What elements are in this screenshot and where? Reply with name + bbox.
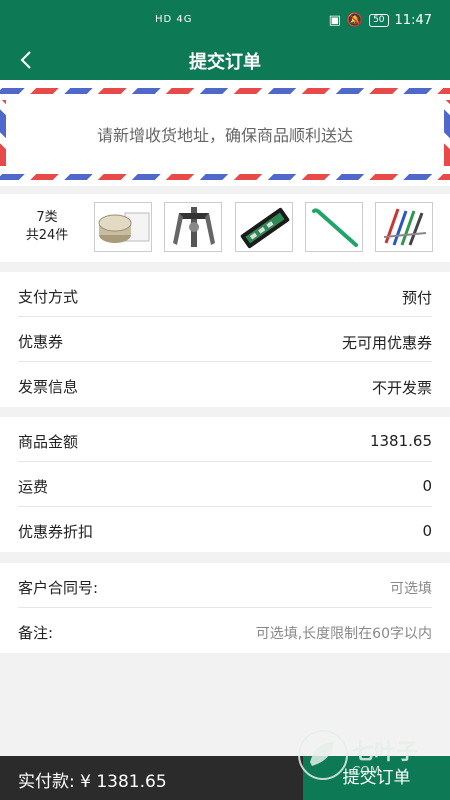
row-value: 无可用优惠券	[341, 334, 432, 352]
product-thumbnail[interactable]	[305, 202, 363, 252]
row-label: 客户合同号:	[18, 579, 99, 597]
add-address-hint[interactable]: 请新增收货地址，确保商品顺利送达	[0, 122, 450, 146]
checkout-bar: 实付款: ¥ 1381.65 提交订单	[0, 756, 450, 800]
status-icons: ▣ 🔕 50 11:47	[329, 13, 432, 28]
goods-summary[interactable]: 7类 共24件	[0, 194, 450, 262]
contract-number-input[interactable]: 可选填	[390, 578, 432, 598]
coupon-row[interactable]: 优惠券 无可用优惠券	[18, 317, 432, 362]
row-value: 0	[422, 477, 432, 495]
row-value: 不开发票	[371, 379, 432, 397]
nfc-icon: ▣	[328, 13, 341, 28]
row-label: 优惠券折扣	[18, 523, 94, 541]
amount-section: 商品金额 1381.65 运费 0 优惠券折扣 0	[0, 417, 450, 552]
row-label: 发票信息	[18, 378, 79, 396]
page-title: 提交订单	[189, 52, 261, 73]
row-label: 商品金额	[18, 433, 79, 451]
shipping-fee-row: 运费 0	[18, 462, 432, 507]
product-thumbnail[interactable]	[375, 202, 433, 252]
note-row[interactable]: 备注: 可选填,长度限制在60字以内	[18, 608, 432, 653]
gear-puller-image	[173, 207, 215, 247]
battery-icon: 50	[369, 14, 389, 27]
screwdriver-set-image	[383, 208, 427, 246]
product-thumbnail[interactable]	[235, 202, 293, 252]
pry-bar-image	[312, 208, 358, 247]
address-card[interactable]: 请新增收货地址，确保商品顺利送达	[0, 80, 450, 186]
row-label: 支付方式	[18, 288, 79, 306]
submit-order-button[interactable]: 提交订单	[303, 756, 450, 800]
contract-number-row[interactable]: 客户合同号: 可选填	[18, 563, 432, 608]
goods-total-items: 共24件	[25, 228, 69, 243]
row-value: 1381.65	[369, 432, 432, 450]
product-thumbnail[interactable]	[164, 202, 222, 252]
payment-method-row[interactable]: 支付方式 预付	[18, 272, 432, 317]
network-indicator: HD 4G	[155, 14, 193, 25]
row-value: 0	[422, 522, 432, 540]
airmail-stripe-bottom	[0, 174, 450, 180]
coupon-discount-row: 优惠券折扣 0	[18, 507, 432, 552]
abrasive-disc-image	[98, 212, 150, 243]
goods-kinds: 7类	[36, 210, 58, 225]
tool-set-image	[240, 207, 290, 249]
row-label: 优惠券	[18, 333, 64, 351]
product-thumbnail[interactable]	[94, 202, 152, 252]
status-bar: HD 4G ▣ 🔕 50 11:47	[0, 0, 450, 40]
order-info-section: 支付方式 预付 优惠券 无可用优惠券 发票信息 不开发票	[0, 272, 450, 407]
mute-icon: 🔕	[346, 13, 364, 28]
header: 提交订单	[0, 40, 450, 80]
airmail-stripe-top	[0, 88, 450, 94]
invoice-row[interactable]: 发票信息 不开发票	[18, 362, 432, 407]
goods-amount-row: 商品金额 1381.65	[18, 417, 432, 462]
row-label: 运费	[18, 478, 49, 496]
extra-info-section: 客户合同号: 可选填 备注: 可选填,长度限制在60字以内	[0, 563, 450, 653]
goods-count: 7类 共24件	[18, 209, 76, 245]
clock: 11:47	[394, 13, 432, 28]
total-payable: 实付款: ¥ 1381.65	[18, 772, 167, 792]
row-value: 预付	[401, 289, 432, 307]
note-input[interactable]: 可选填,长度限制在60字以内	[256, 623, 432, 643]
row-label: 备注:	[18, 624, 54, 642]
